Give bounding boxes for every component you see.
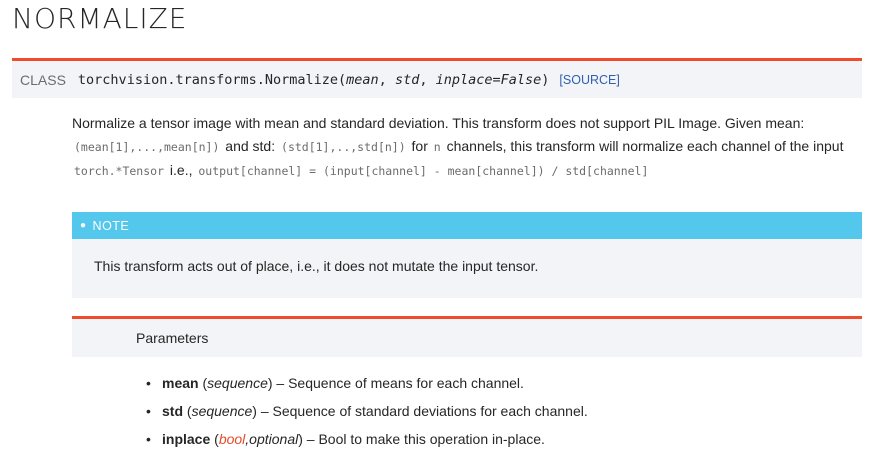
- desc-text-1: Normalize a tensor image with mean and s…: [72, 115, 805, 131]
- class-label: CLASS: [20, 71, 66, 88]
- desc-text-2: and std:: [225, 138, 276, 154]
- list-item: • inplace (bool,optional) – Bool to make…: [146, 428, 588, 456]
- param-type: sequence: [191, 403, 253, 419]
- desc-code-mean: (mean[1],...,mean[n]): [74, 140, 220, 154]
- param-inplace-sig: inplace=False: [435, 71, 542, 88]
- parameters-label: Parameters: [136, 330, 209, 346]
- desc-text-3: for: [411, 138, 428, 154]
- sig-sep-2: ,: [419, 71, 428, 88]
- parameters-header: Parameters: [72, 316, 862, 357]
- note-box: ● NOTE This transform acts out of place,…: [72, 212, 862, 298]
- bullet-icon: •: [146, 431, 151, 447]
- param-name: std: [162, 403, 183, 419]
- description: Normalize a tensor image with mean and s…: [72, 112, 867, 183]
- desc-text-4: channels, this transform will normalize …: [446, 138, 810, 154]
- param-desc: – Sequence of standard deviations for ea…: [260, 403, 588, 419]
- param-desc: – Bool to make this operation in-place.: [306, 431, 545, 447]
- bullet-icon: •: [146, 403, 151, 419]
- source-link[interactable]: [SOURCE]: [559, 73, 619, 87]
- note-header-label: NOTE: [92, 218, 130, 233]
- desc-text-6: i.e.,: [169, 162, 193, 178]
- desc-code-std: (std[1],..,std[n]): [281, 140, 406, 154]
- param-type: sequence: [207, 375, 268, 391]
- param-name: mean: [162, 375, 199, 391]
- param-name: inplace: [162, 431, 211, 447]
- note-header: ● NOTE: [72, 212, 862, 239]
- note-body: This transform acts out of place, i.e., …: [94, 258, 539, 274]
- param-type-link[interactable]: bool: [219, 431, 245, 447]
- bullet-icon: ●: [80, 220, 87, 231]
- desc-code-formula: output[channel] = (input[channel] - mean…: [198, 164, 649, 178]
- param-mean-sig: mean: [346, 71, 379, 88]
- desc-text-5: input: [813, 138, 844, 154]
- class-name: torchvision.transforms.Normalize(: [77, 71, 347, 88]
- param-desc: – Sequence of means for each channel.: [276, 375, 524, 391]
- sig-sep-1: ,: [378, 71, 387, 88]
- list-item: • std (sequence) – Sequence of standard …: [146, 400, 588, 428]
- param-std-sig: std: [394, 71, 420, 88]
- bullet-icon: •: [146, 375, 151, 391]
- desc-code-tensor: torch.*Tensor: [74, 164, 165, 178]
- parameter-list: • mean (sequence) – Sequence of means fo…: [146, 372, 588, 456]
- list-item: • mean (sequence) – Sequence of means fo…: [146, 372, 588, 400]
- signature-params: mean, std, inplace=False): [346, 72, 549, 88]
- sig-close: ): [541, 71, 550, 88]
- class-signature: CLASS torchvision.transforms.Normalize( …: [12, 58, 862, 98]
- desc-code-n: n: [433, 140, 441, 154]
- page-title: NORMALIZE: [12, 2, 188, 35]
- param-type: ,optional: [245, 431, 299, 447]
